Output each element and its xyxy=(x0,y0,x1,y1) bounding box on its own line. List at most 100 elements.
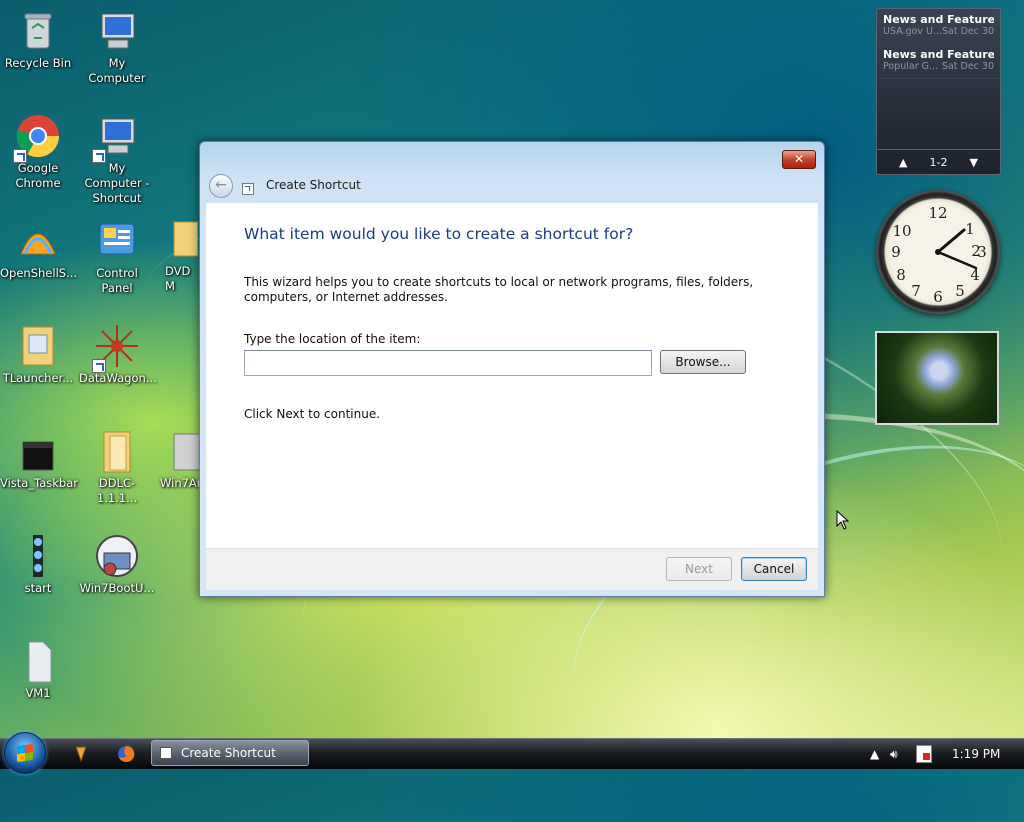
svg-text:7: 7 xyxy=(911,282,921,300)
desktop-icon-control-panel[interactable]: Control Panel xyxy=(79,218,155,296)
location-label: Type the location of the item: xyxy=(244,332,421,346)
shortcut-arrow-icon xyxy=(92,359,106,373)
desktop-icon-vista-taskbar[interactable]: Vista_Taskbar xyxy=(0,428,79,491)
desktop-icon-label: TLauncher... xyxy=(2,371,74,385)
chrome-icon xyxy=(13,113,61,163)
desktop-icon-label: Win7Ar xyxy=(160,476,202,490)
file-icon xyxy=(15,638,61,684)
computer-icon xyxy=(94,8,140,54)
desktop-icon-label: DataWagon... xyxy=(79,371,157,385)
taskbar-button-label: Create Shortcut xyxy=(181,746,276,760)
feed-item[interactable]: News and Feature... Popular G...Sat Dec … xyxy=(877,44,1000,79)
desktop-icon-label: DDLC-1.1.1... xyxy=(96,476,138,505)
wizard-footer: Next Cancel xyxy=(206,548,818,590)
taskbar-button-create-shortcut[interactable]: Create Shortcut xyxy=(151,740,309,766)
control-panel-icon xyxy=(94,218,140,264)
feed-title: News and Feature... xyxy=(883,48,994,61)
next-button[interactable]: Next xyxy=(666,557,732,581)
dialog-title: Create Shortcut xyxy=(266,178,361,192)
taskbar-clock[interactable]: 1:19 PM xyxy=(952,747,1000,761)
svg-text:6: 6 xyxy=(933,288,943,306)
datawagon-icon xyxy=(92,323,140,373)
desktop-icon-datawagon[interactable]: DataWagon... xyxy=(79,323,157,386)
browse-button[interactable]: Browse... xyxy=(660,350,746,374)
desktop-icon-label: My Computer - Shortcut xyxy=(84,161,150,205)
desktop-icon-label: Recycle Bin xyxy=(4,56,72,70)
archive-icon xyxy=(160,428,201,474)
show-hidden-icons-icon[interactable]: ▲ xyxy=(870,747,879,761)
wizard-description: This wizard helps you to create shortcut… xyxy=(244,275,754,304)
svg-text:3: 3 xyxy=(977,243,987,261)
feed-date: Sat Dec 30 xyxy=(941,61,994,72)
mouse-cursor-icon xyxy=(836,510,850,530)
svg-text:9: 9 xyxy=(891,243,901,261)
slideshow-gadget[interactable] xyxy=(875,331,999,425)
desktop-icon-dvd[interactable]: DVD M xyxy=(152,218,202,294)
volume-icon[interactable]: 🔊︎ xyxy=(890,747,898,762)
feed-item[interactable]: News and Features f... USA.gov U...Sat D… xyxy=(877,9,1000,44)
feed-headlines-gadget: News and Features f... USA.gov U...Sat D… xyxy=(876,8,1001,175)
firefox-icon[interactable] xyxy=(117,745,135,763)
desktop-icon-label: start xyxy=(24,581,52,595)
back-arrow-icon[interactable]: ← xyxy=(209,174,233,198)
previous-arrow-icon[interactable]: ▲ xyxy=(899,156,907,169)
computer-icon xyxy=(92,113,140,163)
create-shortcut-dialog: ✕ ← Create Shortcut What item would you … xyxy=(199,141,825,597)
taskbar: Create Shortcut ▲ 🔊︎ 1:19 PM xyxy=(0,732,1024,774)
next-arrow-icon[interactable]: ▼ xyxy=(969,156,977,169)
feed-source: Popular G... xyxy=(883,61,939,72)
feed-title: News and Features f... xyxy=(883,13,994,26)
shortcut-icon xyxy=(242,183,254,195)
svg-text:1: 1 xyxy=(965,220,975,238)
desktop-icon-win7bootupdater[interactable]: Win7BootU... xyxy=(79,533,155,596)
folder-icon xyxy=(94,428,140,474)
desktop-icon-my-computer[interactable]: My Computer xyxy=(79,8,155,86)
close-button[interactable]: ✕ xyxy=(782,150,816,169)
recycle-bin-icon xyxy=(15,8,61,54)
feed-source: USA.gov U... xyxy=(883,26,943,37)
shortcut-icon xyxy=(160,747,172,759)
desktop-icon-label: Google Chrome xyxy=(15,161,61,190)
svg-text:5: 5 xyxy=(955,282,965,300)
action-center-flag-icon[interactable] xyxy=(916,745,932,763)
taskbar-image-icon xyxy=(15,428,61,474)
location-input[interactable] xyxy=(244,350,652,376)
desktop-icon-label: Win7BootU... xyxy=(79,581,155,595)
desktop-icon-start[interactable]: start xyxy=(0,533,76,596)
desktop-icon-label: DVD M xyxy=(165,264,191,293)
desktop-icon-label: OpenShellS... xyxy=(0,266,78,280)
shortcut-arrow-icon xyxy=(92,149,106,163)
cancel-button[interactable]: Cancel xyxy=(741,557,807,581)
desktop-icon-google-chrome[interactable]: Google Chrome xyxy=(0,113,76,191)
wizard-content: What item would you like to create a sho… xyxy=(206,203,818,590)
folder-icon xyxy=(15,323,61,369)
desktop-icon-ddlc[interactable]: DDLC-1.1.1... xyxy=(79,428,155,506)
shortcut-arrow-icon xyxy=(13,149,27,163)
clock-face-icon: 1212 33 456 78910 xyxy=(891,204,987,306)
quicklaunch-app-icon[interactable] xyxy=(72,745,90,763)
desktop-icon-tlauncher[interactable]: TLauncher... xyxy=(0,323,76,386)
desktop-icon-win7ar[interactable]: Win7Ar xyxy=(160,428,202,491)
feed-date: Sat Dec 30 xyxy=(942,26,994,37)
svg-text:12: 12 xyxy=(928,204,947,222)
desktop-icon-label: Control Panel xyxy=(96,266,138,295)
desktop-icon-label: Vista_Taskbar xyxy=(0,476,79,490)
start-image-icon xyxy=(15,533,61,579)
continue-hint: Click Next to continue. xyxy=(244,407,381,421)
wizard-heading: What item would you like to create a sho… xyxy=(244,225,634,243)
boot-updater-icon xyxy=(94,533,140,579)
openshell-icon xyxy=(15,218,61,264)
desktop-icon-label: My Computer xyxy=(88,56,146,85)
svg-text:8: 8 xyxy=(896,266,906,284)
folder-icon xyxy=(152,218,199,264)
desktop-icon-vm1[interactable]: VM1 xyxy=(0,638,76,701)
desktop-icon-label: VM1 xyxy=(25,686,51,700)
desktop-icon-openshell[interactable]: OpenShellS... xyxy=(0,218,78,281)
desktop-icon-my-computer-shortcut[interactable]: My Computer - Shortcut xyxy=(79,113,155,206)
feed-page-indicator: 1-2 xyxy=(929,155,948,169)
windows-logo-icon xyxy=(17,743,33,763)
clock-gadget[interactable]: 1212 33 456 78910 xyxy=(876,190,1000,314)
svg-text:10: 10 xyxy=(892,222,911,240)
feed-pager: ▲ 1-2 ▼ xyxy=(877,149,1000,174)
desktop-icon-recycle-bin[interactable]: Recycle Bin xyxy=(0,8,76,71)
